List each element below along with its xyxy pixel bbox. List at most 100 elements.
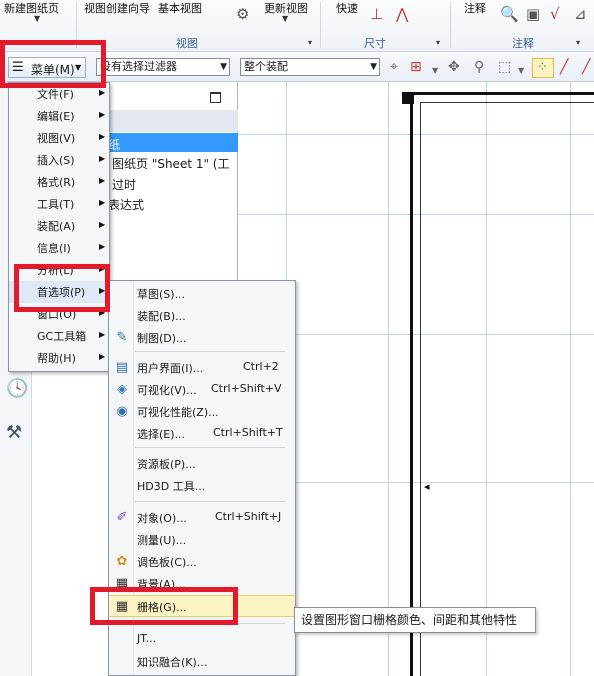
visualization-icon: ◈ (117, 382, 127, 397)
selection-filter-combo[interactable]: 没有选择过滤器 ▼ (96, 58, 230, 76)
menu-item-insert[interactable]: 插入(S) ▶ (9, 149, 109, 171)
visualization-performance-icon: ◉ (116, 404, 128, 419)
menu-item-label: 对象(O)... (137, 512, 187, 525)
submenu-arrow-icon: ▶ (99, 242, 106, 251)
pref-item-knowledge-fusion[interactable]: 知识融合(K)... (109, 651, 295, 673)
pref-item-visualization-performance[interactable]: ◉ 可视化性能(Z)... (109, 401, 295, 423)
pref-item-resource-bar[interactable]: 资源板(P)... (109, 453, 295, 475)
navigator-row-expressions[interactable]: 表达式 (108, 196, 144, 213)
menu-item-label: HD3D 工具... (137, 480, 206, 493)
pref-item-selection[interactable]: 选择(E)... Ctrl+Shift+T (109, 423, 295, 445)
menu-item-label: 装配(B)... (137, 310, 186, 323)
pref-item-visualization[interactable]: ◈ 可视化(V)... Ctrl+Shift+V (109, 379, 295, 401)
pref-item-measure[interactable]: 测量(U)... (109, 529, 295, 551)
submenu-arrow-icon: ▶ (99, 132, 106, 141)
navigator-row-sheet[interactable]: 图纸页 "Sheet 1" (工 (112, 155, 230, 172)
group-label-dimension: 尺寸 (364, 37, 386, 50)
menu-item-label: 帮助(H) (37, 352, 76, 365)
group-expand-icon[interactable]: ▾ (436, 38, 440, 47)
menu-item-label: 选择(E)... (137, 428, 186, 441)
assembly-scope-value: 整个装配 (244, 60, 288, 73)
chevron-down-icon[interactable]: ▼ (432, 63, 438, 79)
group-label-annotation: 注释 (512, 37, 534, 50)
snap-icon[interactable]: ⌖ (390, 59, 398, 75)
navigator-row-outdated[interactable]: 过时 (112, 176, 136, 193)
menu-item-assembly[interactable]: 装配(A) ▶ (9, 215, 109, 237)
submenu-arrow-icon: ▶ (99, 330, 106, 339)
menu-item-label: 可视化性能(Z)... (137, 406, 219, 419)
grid-tooltip: 设置图形窗口栅格颜色、间距和其他特性 (294, 607, 536, 633)
menu-item-edit[interactable]: 编辑(E) ▶ (9, 105, 109, 127)
box-select-icon[interactable]: ⬚ (498, 59, 511, 75)
chevron-down-icon[interactable]: ▼ (282, 14, 288, 23)
filter-icon[interactable]: ⚲ (474, 59, 484, 75)
user-interface-icon: ▤ (115, 360, 129, 375)
menu-item-view[interactable]: 视图(V) ▶ (9, 127, 109, 149)
view-wizard-button[interactable]: 视图创建向导 (84, 0, 150, 16)
chevron-down-icon[interactable]: ▼ (34, 14, 40, 23)
menu-item-shortcut: Ctrl+Shift+T (213, 426, 283, 439)
group-expand-icon[interactable]: ▾ (308, 38, 312, 47)
pref-item-user-interface[interactable]: ▤ 用户界面(I)... Ctrl+2 (109, 357, 295, 379)
new-drawing-sheet-button[interactable]: 新建图纸页 (4, 0, 59, 16)
submenu-arrow-icon: ▶ (99, 110, 106, 119)
highlight-menu-button (0, 40, 106, 88)
menu-item-label: 工具(T) (37, 198, 75, 211)
point-snap-icon[interactable]: ⊞ (410, 59, 422, 75)
history-clock-icon[interactable]: 🕓 (6, 378, 28, 399)
ribbon-separator (450, 2, 451, 48)
line-icon[interactable]: ╱ (582, 59, 590, 75)
highlight-grid-item (90, 587, 238, 625)
menu-item-label: 信息(I) (37, 242, 71, 255)
object-brush-icon: ✐ (116, 510, 128, 525)
ribbon-separator (320, 2, 321, 48)
palette-icon: ✿ (116, 554, 128, 569)
snap-mode-toggle[interactable]: ⁘ (532, 58, 554, 78)
quick-dimension-button[interactable]: 快速 (336, 0, 358, 16)
grid-line (388, 82, 389, 676)
pref-item-object[interactable]: ✐ 对象(O)... Ctrl+Shift+J (109, 507, 295, 529)
centering-mark-icon: ◂ (424, 480, 430, 493)
menu-item-gc-toolbox[interactable]: GC工具箱 ▶ (9, 325, 109, 347)
magnify-icon[interactable]: 🔍 (500, 6, 519, 22)
submenu-arrow-icon: ▶ (99, 198, 106, 207)
maximize-icon[interactable] (210, 92, 221, 103)
linear-dimension-icon[interactable]: ⊥ (370, 6, 383, 22)
menu-item-label: 用户界面(I)... (137, 362, 204, 375)
submenu-arrow-icon: ▶ (99, 88, 106, 97)
menu-item-label: 制图(D)... (137, 332, 187, 345)
main-menu: 文件(F) ▶ 编辑(E) ▶ 视图(V) ▶ 插入(S) ▶ 格式(R) ▶ 工具(T)… (8, 82, 110, 372)
menu-item-label: 插入(S) (37, 154, 75, 167)
chevron-down-icon[interactable]: ▼ (518, 63, 524, 79)
menu-item-format[interactable]: 格式(R) ▶ (9, 171, 109, 193)
pref-item-jt[interactable]: JT... (109, 629, 295, 651)
assembly-scope-combo[interactable]: 整个装配 ▼ (240, 58, 380, 76)
angular-dimension-icon[interactable]: ⋀ (396, 6, 408, 22)
tools-wrench-icon[interactable]: ⚒ (6, 422, 22, 443)
image-icon[interactable]: ▣ (526, 6, 540, 22)
base-view-button[interactable]: 基本视图 (158, 0, 202, 16)
menu-item-information[interactable]: 信息(I) ▶ (9, 237, 109, 259)
line-icon[interactable]: ╱ (560, 59, 568, 75)
pick-icon[interactable]: ✥ (448, 59, 460, 75)
menu-item-help[interactable]: 帮助(H) ▶ (9, 347, 109, 369)
group-expand-icon[interactable]: ▾ (576, 38, 580, 47)
pref-item-assembly[interactable]: 装配(B)... (109, 305, 295, 327)
pref-item-hd3d-tools[interactable]: HD3D 工具... (109, 475, 295, 497)
menu-item-shortcut: Ctrl+Shift+V (211, 382, 282, 395)
menu-item-label: GC工具箱 (37, 330, 87, 343)
menu-item-label: 装配(A) (37, 220, 76, 233)
pref-item-palette[interactable]: ✿ 调色板(C)... (109, 551, 295, 573)
navigator-header (108, 110, 238, 132)
menu-item-label: 知识融合(K)... (137, 656, 208, 669)
pref-item-drafting[interactable]: ✎ 制图(D)... (109, 327, 295, 349)
menu-separator (135, 501, 285, 502)
view-tool-icon[interactable]: ⚙ (236, 6, 249, 22)
annotation-button[interactable]: 注释 (464, 0, 486, 16)
selection-filter-value: 没有选择过滤器 (100, 60, 177, 73)
pref-item-sketch[interactable]: 草图(S)... (109, 283, 295, 305)
menu-item-tools[interactable]: 工具(T) ▶ (9, 193, 109, 215)
menu-item-label: 草图(S)... (137, 288, 186, 301)
surface-finish-icon[interactable]: √ (550, 6, 560, 22)
datum-icon[interactable]: ⊿ (574, 6, 587, 22)
